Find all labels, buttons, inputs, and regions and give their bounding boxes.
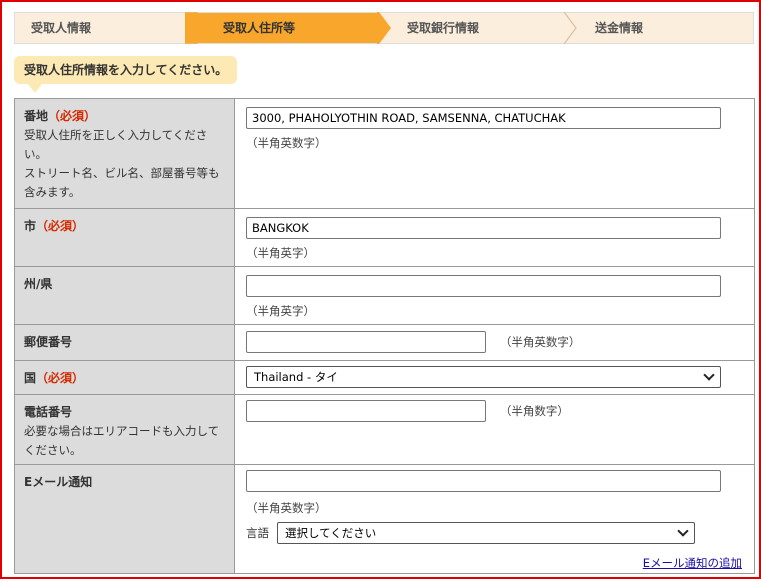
step-recipient-info: 受取人情報: [15, 13, 211, 43]
step-divider-icon: [563, 12, 577, 44]
field-note: 受取人住所を正しく入力してください。: [24, 128, 208, 161]
row-city: 市（必須） BANGKOK （半角英字）: [15, 209, 754, 267]
row-country: 国（必須） Thailand - タイ: [15, 361, 754, 395]
step-label: 送金情報: [595, 21, 644, 35]
country-select[interactable]: Thailand - タイ: [246, 366, 721, 388]
step-indicator: 受取人情報 受取人住所等 受取銀行情報 送金情報: [14, 12, 754, 44]
postal-code-input[interactable]: [246, 331, 486, 353]
label-cell: 番地（必須） 受取人住所を正しく入力してください。 ストリート名、ビル名、部屋番…: [15, 99, 235, 208]
field-label: 郵便番号: [24, 335, 73, 349]
email-input[interactable]: [246, 470, 721, 492]
field-label: 番地: [24, 109, 49, 123]
country-selected-value: Thailand - タイ: [254, 370, 338, 384]
label-cell: 州/県: [15, 267, 235, 324]
row-address: 番地（必須） 受取人住所を正しく入力してください。 ストリート名、ビル名、部屋番…: [15, 99, 754, 209]
field-hint: （半角英数字）: [246, 136, 327, 150]
language-select[interactable]: 選択してください: [277, 522, 695, 544]
label-cell: 市（必須）: [15, 209, 235, 266]
field-cell: （半角英数字） 言語 選択してください Eメール通知の追加: [235, 465, 754, 573]
step-label: 受取銀行情報: [407, 21, 480, 35]
row-postal: 郵便番号 （半角英数字）: [15, 325, 754, 361]
step-label: 受取人住所等: [223, 21, 296, 35]
add-email-notification-link[interactable]: Eメール通知の追加: [643, 555, 742, 571]
required-mark: （必須）: [48, 109, 97, 123]
step-remittance-info: 送金情報: [595, 13, 745, 43]
field-cell: （半角英字）: [235, 267, 754, 324]
chevron-down-icon: [703, 369, 715, 381]
required-mark: （必須）: [36, 371, 85, 385]
phone-input[interactable]: [246, 400, 486, 422]
field-note: ストリート名、ビル名、部屋番号等も含みます。: [24, 166, 220, 199]
field-label: 市: [24, 219, 37, 233]
city-input[interactable]: BANGKOK: [246, 217, 721, 239]
field-hint: （半角数字）: [499, 404, 569, 418]
field-hint: （半角英数字）: [499, 335, 581, 349]
required-mark: （必須）: [36, 219, 85, 233]
step-bank-info: 受取銀行情報: [407, 13, 557, 43]
instruction-bubble: 受取人住所情報を入力してください。: [14, 56, 238, 84]
step-label: 受取人情報: [31, 21, 92, 35]
field-cell: BANGKOK （半角英字）: [235, 209, 754, 266]
row-email: Eメール通知 （半角英数字） 言語 選択してください Eメール通知の追加: [15, 465, 754, 573]
field-hint: （半角英字）: [246, 246, 315, 260]
step-arrow-active-icon: [377, 12, 391, 44]
state-input[interactable]: [246, 275, 721, 297]
chevron-down-icon: [677, 525, 689, 537]
step-recipient-address: 受取人住所等: [197, 13, 377, 43]
field-label: 国: [24, 371, 37, 385]
field-note: 必要な場合はエリアコードも入力してください。: [24, 424, 220, 457]
language-row: 言語 選択してください: [246, 522, 754, 544]
field-cell: （半角数字）: [235, 395, 754, 464]
field-cell: Thailand - タイ: [235, 361, 754, 394]
language-selected-value: 選択してください: [285, 526, 377, 540]
field-label: 電話番号: [24, 405, 73, 419]
field-label: 州/県: [24, 277, 53, 291]
field-hint: （半角英数字）: [246, 501, 327, 515]
bubble-tail: [28, 84, 42, 93]
label-cell: Eメール通知: [15, 465, 235, 573]
label-cell: 電話番号 必要な場合はエリアコードも入力してください。: [15, 395, 235, 464]
field-hint: （半角英字）: [246, 304, 315, 318]
label-cell: 国（必須）: [15, 361, 235, 394]
language-label: 言語: [246, 526, 269, 540]
row-phone: 電話番号 必要な場合はエリアコードも入力してください。 （半角数字）: [15, 395, 754, 465]
label-cell: 郵便番号: [15, 325, 235, 360]
field-cell: 3000, PHAHOLYOTHIN ROAD, SAMSENNA, CHATU…: [235, 99, 754, 208]
field-cell: （半角英数字）: [235, 325, 754, 360]
field-label: Eメール通知: [24, 475, 93, 489]
address-input[interactable]: 3000, PHAHOLYOTHIN ROAD, SAMSENNA, CHATU…: [246, 107, 721, 129]
address-form: 番地（必須） 受取人住所を正しく入力してください。 ストリート名、ビル名、部屋番…: [14, 98, 755, 574]
row-state: 州/県 （半角英字）: [15, 267, 754, 325]
